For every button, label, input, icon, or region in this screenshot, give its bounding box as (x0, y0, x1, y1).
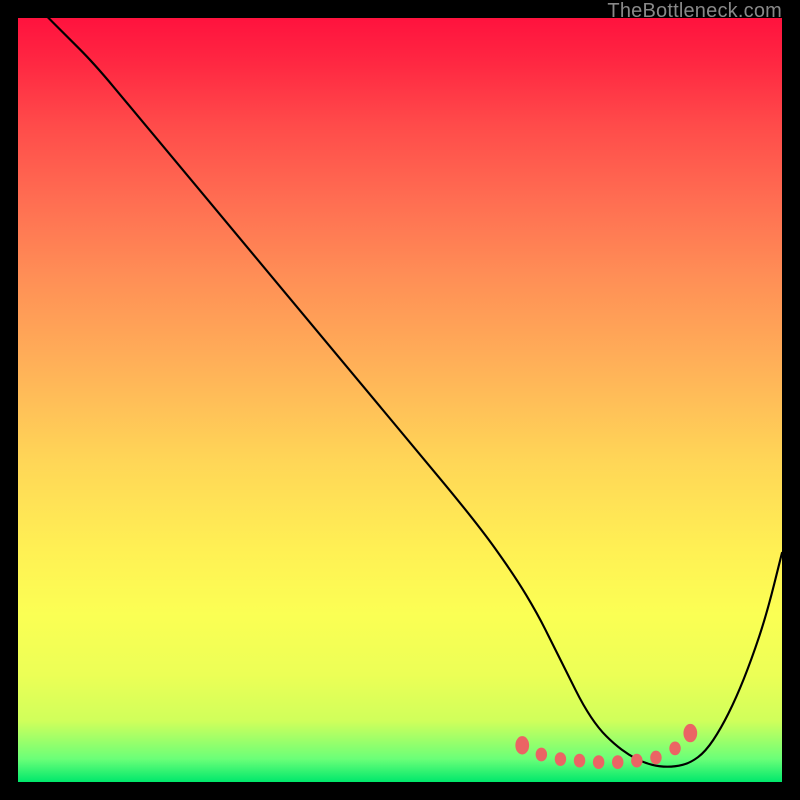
marker-dot (574, 754, 585, 768)
marker-dot (555, 752, 566, 766)
marker-dot (683, 724, 697, 742)
watermark-text: TheBottleneck.com (607, 0, 782, 23)
marker-dot (593, 755, 604, 769)
chart-curve (18, 18, 782, 767)
marker-dot (536, 748, 547, 762)
marker-dot (515, 736, 529, 754)
marker-dot (612, 755, 623, 769)
chart-frame: TheBottleneck.com (0, 0, 800, 800)
marker-dot (631, 754, 642, 768)
chart-markers (515, 724, 697, 769)
marker-dot (669, 742, 680, 756)
bottleneck-chart (18, 18, 782, 782)
marker-dot (650, 751, 661, 765)
